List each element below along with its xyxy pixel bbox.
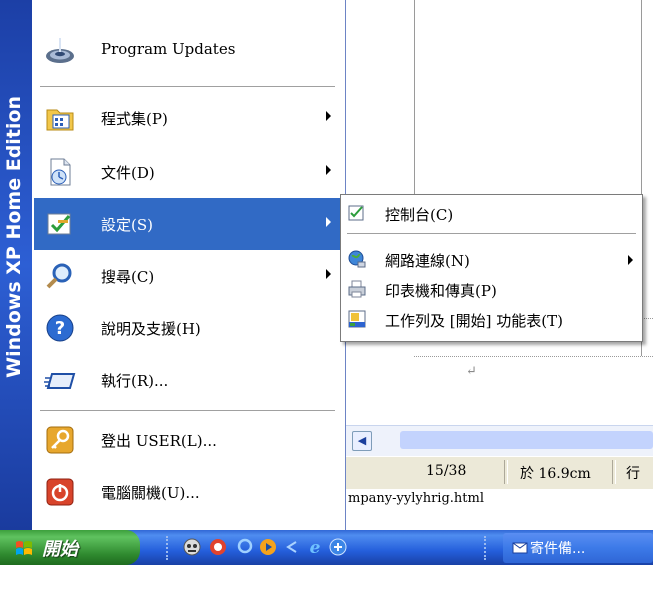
scrollbar-track[interactable] [400, 431, 653, 449]
submenu-separator [347, 233, 636, 234]
control-panel-icon [348, 205, 364, 221]
menu-item-program-updates[interactable]: Program Updates [34, 24, 344, 76]
menu-item-label: Program Updates [101, 40, 236, 58]
page-margin-line [414, 0, 415, 194]
menu-item-settings[interactable]: 設定(S) [34, 198, 344, 250]
windows-flag-icon [16, 541, 32, 555]
taskbar-grip[interactable] [166, 536, 171, 560]
menu-item-help[interactable]: ? 說明及支援(H) [34, 302, 344, 354]
menu-item-label: 說明及支援(H) [101, 320, 201, 338]
menu-item-logoff[interactable]: 登出 USER(L)... [34, 414, 344, 466]
status-bar [340, 456, 653, 490]
status-separator [612, 460, 616, 484]
menu-item-run[interactable]: 執行(R)... [34, 354, 344, 406]
menu-item-programs[interactable]: 程式集(P) [34, 92, 344, 144]
menu-item-shutdown[interactable]: 電腦關機(U)... [34, 466, 344, 518]
page-boundary-line [414, 356, 653, 357]
chevron-right-icon [326, 269, 331, 279]
menu-item-label: 電腦關機(U)... [101, 484, 200, 502]
menu-separator [40, 86, 335, 87]
menu-item-label: 執行(R)... [101, 372, 169, 390]
start-label: 開始 [42, 539, 78, 560]
shutdown-icon [46, 478, 74, 506]
chevron-right-icon [628, 255, 633, 265]
svg-text:?: ? [55, 318, 65, 339]
menu-separator [40, 410, 335, 411]
menu-item-label: 設定(S) [101, 216, 153, 234]
chevron-right-icon [326, 111, 331, 121]
menu-item-label: 文件(D) [101, 164, 155, 182]
quicklaunch-ie-icon[interactable]: e [305, 537, 325, 557]
edition-label: Windows XP Home Edition [3, 96, 25, 378]
submenu-item-label: 工作列及 [開始] 功能表(T) [385, 312, 563, 330]
quicklaunch-back-icon[interactable] [282, 537, 302, 557]
start-menu: Windows XP Home Edition Program Updates … [0, 0, 346, 530]
taskbar-icon [348, 310, 366, 328]
quicklaunch-media-icon[interactable] [182, 537, 202, 557]
quicklaunch-media-player-icon[interactable] [258, 537, 278, 557]
menu-item-label: 搜尋(C) [101, 268, 155, 286]
menu-item-label: 登出 USER(L)... [101, 432, 217, 450]
status-page: 15/38 [426, 463, 467, 479]
submenu-item-label: 印表機和傳真(P) [385, 282, 497, 300]
programs-folder-icon [46, 109, 74, 131]
taskbar-grip[interactable] [484, 536, 489, 560]
network-connections-icon [348, 250, 366, 268]
start-menu-banner: Windows XP Home Edition [0, 0, 32, 530]
quicklaunch-search-icon[interactable] [236, 537, 256, 557]
outbox-icon [512, 542, 528, 554]
chevron-right-icon [326, 217, 331, 227]
document-tab-label: mpany-yylyhrig.html [348, 491, 484, 506]
svg-text:e: e [310, 538, 321, 557]
logoff-icon [46, 426, 74, 454]
menu-item-label: 程式集(P) [101, 110, 168, 128]
quicklaunch-desktop-icon[interactable] [328, 537, 348, 557]
search-icon [46, 263, 72, 289]
settings-icon [47, 213, 71, 235]
status-separator [504, 460, 508, 484]
documents-icon [50, 158, 71, 186]
menu-item-search[interactable]: 搜尋(C) [34, 250, 344, 302]
submenu-item-taskbar-start-menu[interactable]: 工作列及 [開始] 功能表(T) [341, 305, 642, 333]
submenu-item-control-panel[interactable]: 控制台(C) [341, 199, 642, 227]
run-icon [44, 373, 76, 389]
taskbar-window-label: 寄件備... [530, 541, 586, 557]
help-icon: ? [46, 314, 74, 342]
submenu-item-label: 網路連線(N) [385, 252, 470, 270]
program-updates-icon [46, 38, 74, 63]
quicklaunch-record-icon[interactable] [208, 537, 228, 557]
chevron-right-icon [326, 165, 331, 175]
menu-item-documents[interactable]: 文件(D) [34, 146, 344, 198]
status-position: 於 16.9cm [520, 466, 591, 482]
page-margin-line [641, 0, 642, 194]
submenu-item-label: 控制台(C) [385, 206, 454, 224]
settings-submenu: 控制台(C) 網路連線(N) 印表機和傳真(P) 工作列及 [開始] 功能表(T… [340, 194, 643, 342]
scroll-left-button[interactable]: ◀ [352, 431, 372, 451]
printers-faxes-icon [348, 280, 366, 298]
status-line: 行 [626, 466, 640, 482]
paragraph-mark: ↵ [466, 364, 477, 379]
submenu-item-printers-faxes[interactable]: 印表機和傳真(P) [341, 275, 642, 303]
submenu-item-network-connections[interactable]: 網路連線(N) [341, 245, 642, 273]
